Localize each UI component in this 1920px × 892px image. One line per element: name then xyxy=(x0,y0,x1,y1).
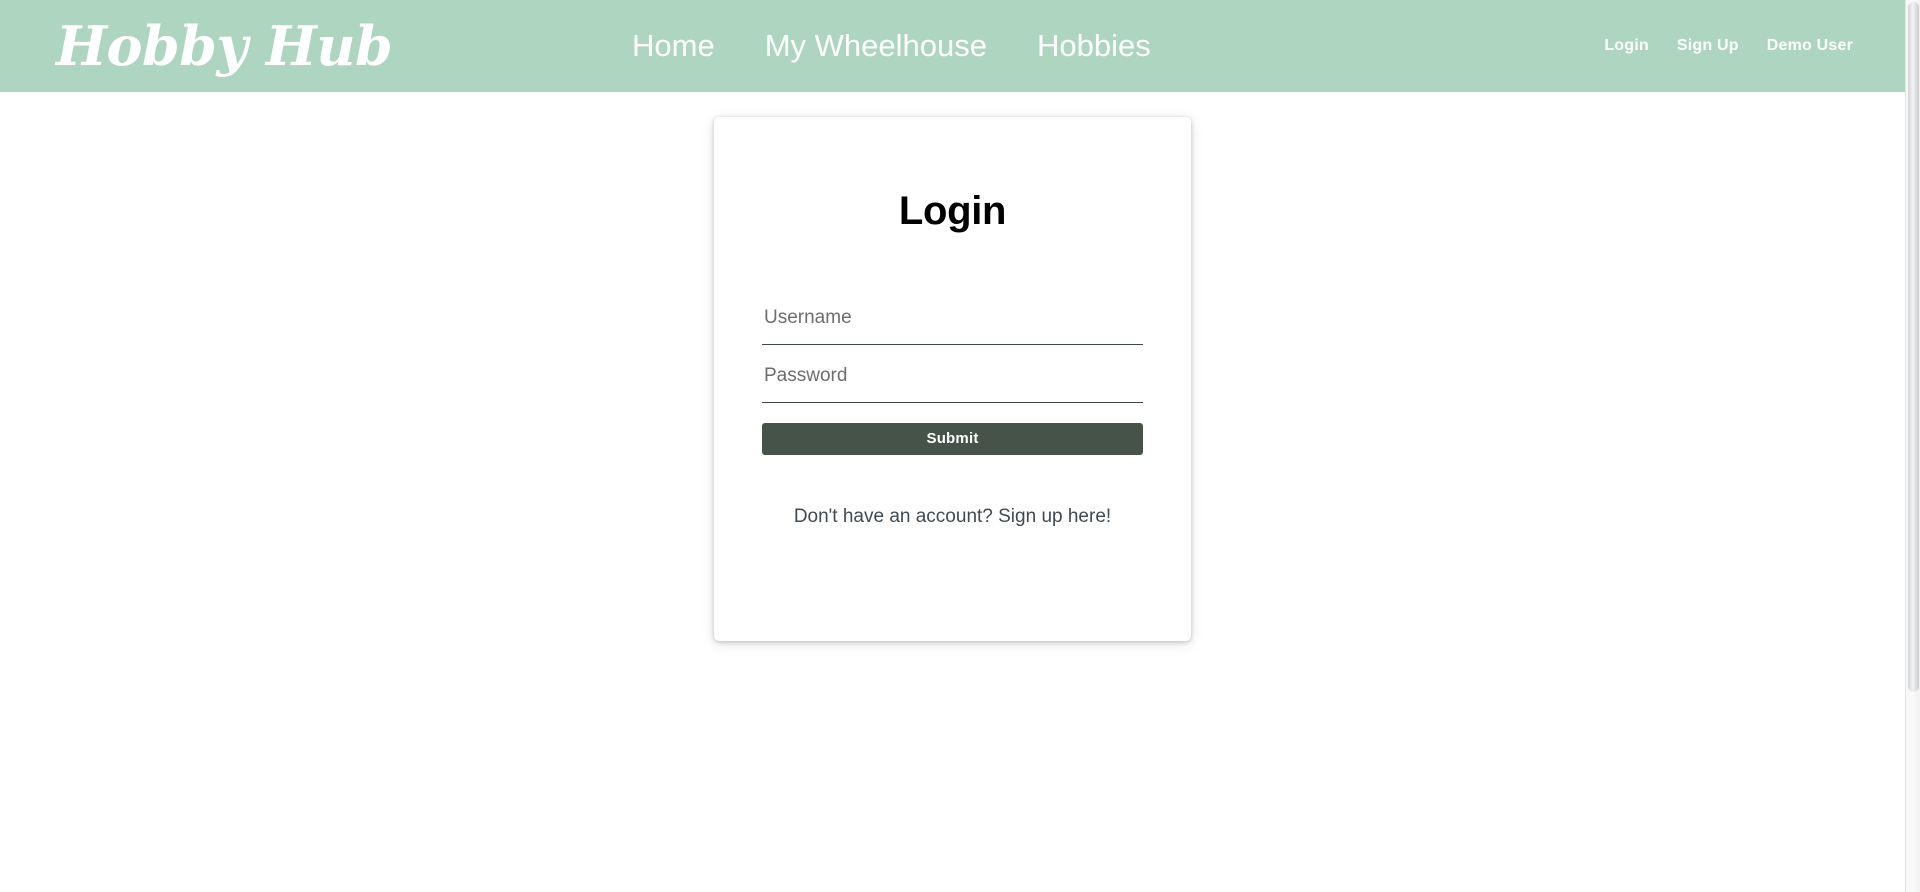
nav-link-my-wheelhouse[interactable]: My Wheelhouse xyxy=(765,28,987,63)
page-root: Hobby Hub Home My Wheelhouse Hobbies Log… xyxy=(0,0,1905,892)
brand-logo[interactable]: Hobby Hub xyxy=(56,19,393,73)
login-card: Login Submit Don't have an account? Sign… xyxy=(714,117,1191,641)
signup-link[interactable]: Don't have an account? Sign up here! xyxy=(794,506,1111,527)
vertical-scrollbar[interactable] xyxy=(1905,0,1920,892)
nav-link-login[interactable]: Login xyxy=(1604,37,1649,55)
site-header: Hobby Hub Home My Wheelhouse Hobbies Log… xyxy=(0,0,1905,92)
nav-link-home[interactable]: Home xyxy=(632,28,715,63)
password-input[interactable] xyxy=(762,355,1143,403)
scrollbar-thumb[interactable] xyxy=(1908,2,1919,692)
page-title: Login xyxy=(898,189,1007,233)
primary-navigation: Home My Wheelhouse Hobbies xyxy=(632,28,1151,63)
nav-link-sign-up[interactable]: Sign Up xyxy=(1677,37,1739,55)
username-field-wrapper xyxy=(762,297,1143,345)
signup-prompt-row: Don't have an account? Sign up here! xyxy=(762,506,1143,528)
password-field-wrapper xyxy=(762,355,1143,403)
nav-link-demo-user[interactable]: Demo User xyxy=(1767,37,1853,55)
login-form: Submit xyxy=(762,297,1143,455)
nav-link-hobbies[interactable]: Hobbies xyxy=(1037,28,1151,63)
auth-navigation: Login Sign Up Demo User xyxy=(1604,37,1853,55)
submit-button[interactable]: Submit xyxy=(762,423,1143,455)
main-content: Login Submit Don't have an account? Sign… xyxy=(0,92,1905,892)
username-input[interactable] xyxy=(762,297,1143,345)
